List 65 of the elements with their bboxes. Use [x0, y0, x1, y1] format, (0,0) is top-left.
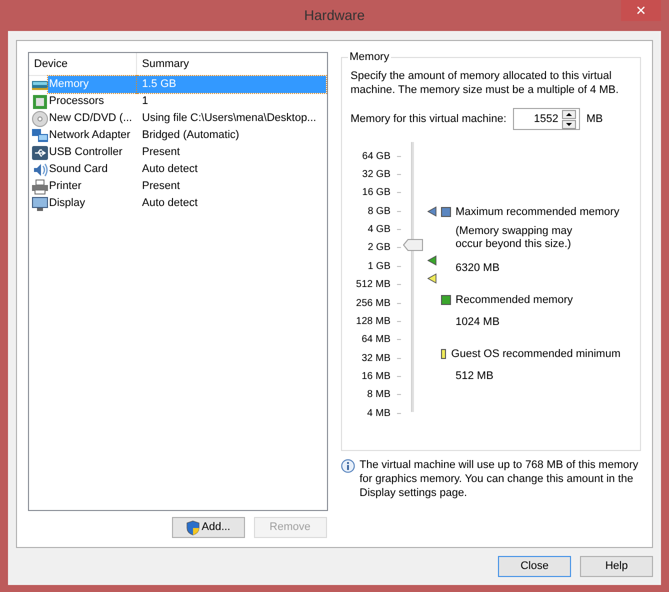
- monitor-icon: [32, 196, 48, 212]
- list-button[interactable]: Add...: [172, 517, 244, 538]
- scale-label: 8 MB: [367, 388, 390, 402]
- device-name[interactable]: New CD/DVD (...: [48, 110, 132, 127]
- speaker-icon: [32, 162, 48, 178]
- info-text: The virtual machine will use up to 768 MB of this memory for graphics memory. You can change this amount in the Display settings page.: [360, 458, 640, 500]
- scale-label: 1 GB: [368, 260, 390, 274]
- scale-label: 16 MB: [362, 370, 390, 384]
- spin-up-icon[interactable]: [562, 110, 576, 118]
- printer-icon: [32, 178, 48, 194]
- info-icon: [340, 459, 354, 473]
- scale-label: 64 MB: [362, 333, 390, 348]
- memory-spinbox[interactable]: 1552: [513, 108, 580, 130]
- shield-icon: [186, 520, 200, 536]
- summary-cell: 1.5 GB: [137, 76, 326, 93]
- scale-label: 32 GB: [362, 168, 390, 182]
- scale-label: 64 GB: [362, 150, 390, 164]
- column-header[interactable]: Summary: [137, 53, 326, 75]
- group-title: Memory: [348, 50, 392, 64]
- close-icon[interactable]: ✕: [621, 0, 661, 21]
- scale-label: 4 MB: [367, 406, 390, 421]
- legend-label: Maximum recommended memory: [456, 205, 620, 220]
- legend-value: 512 MB: [456, 368, 494, 384]
- unit-label: MB: [586, 112, 603, 127]
- dialog-button[interactable]: Close: [498, 556, 571, 577]
- scale-label: 256 MB: [356, 296, 390, 311]
- device-name[interactable]: Sound Card: [48, 161, 108, 178]
- scale-label: 512 MB: [356, 278, 390, 292]
- summary-cell-text: 1: [141, 94, 150, 110]
- dialog-button[interactable]: Help: [580, 556, 653, 577]
- scale-label: 32 MB: [362, 352, 390, 366]
- device-name[interactable]: USB Controller: [48, 144, 122, 161]
- summary-cell-text: Auto detect: [141, 196, 199, 212]
- legend-label: Recommended memory: [456, 293, 573, 308]
- scale-label: 128 MB: [356, 314, 390, 329]
- triangle-marker-icon: [426, 255, 436, 266]
- memory-description: Specify the amount of memory allocated to this virtual machine. The memory size must be a multiple of 4 MB.: [350, 69, 620, 97]
- slider-thumb[interactable]: [402, 239, 422, 252]
- device-name[interactable]: Display: [48, 195, 86, 212]
- summary-cell-text: Present: [141, 145, 181, 160]
- device-name[interactable]: Network Adapter: [48, 127, 130, 144]
- processor-icon: [32, 94, 48, 110]
- disc-icon: [32, 110, 48, 126]
- scale-label: 16 GB: [362, 186, 390, 200]
- summary-cell-text: Bridged (Automatic): [141, 128, 240, 144]
- scale-label: 4 GB: [368, 223, 390, 238]
- memory-input[interactable]: 1552: [514, 109, 562, 129]
- scale-label: 2 GB: [368, 241, 390, 256]
- triangle-marker-icon: [426, 273, 436, 284]
- usb-icon: [32, 144, 48, 160]
- field-label: Memory for this virtual machine:: [350, 112, 506, 127]
- summary-cell-text: Using file C:\Users\mena\Desktop...: [141, 111, 318, 126]
- spin-down-icon[interactable]: [562, 120, 576, 128]
- legend-value: 1024 MB: [456, 314, 501, 330]
- device-name[interactable]: Printer: [48, 178, 82, 195]
- network-computers-icon: [32, 128, 48, 144]
- summary-cell-text: Auto detect: [141, 162, 199, 178]
- summary-cell-text: Present: [141, 179, 181, 194]
- legend-note: (Memory swapping may occur beyond this size.): [456, 224, 574, 250]
- scale-label: 8 GB: [368, 204, 390, 219]
- legend-label: Guest OS recommended minimum: [451, 347, 620, 362]
- window-title: Hardware: [304, 6, 365, 25]
- legend-value: 6320 MB: [456, 260, 501, 276]
- triangle-marker-icon: [426, 206, 436, 217]
- device-name[interactable]: Processors: [48, 93, 104, 110]
